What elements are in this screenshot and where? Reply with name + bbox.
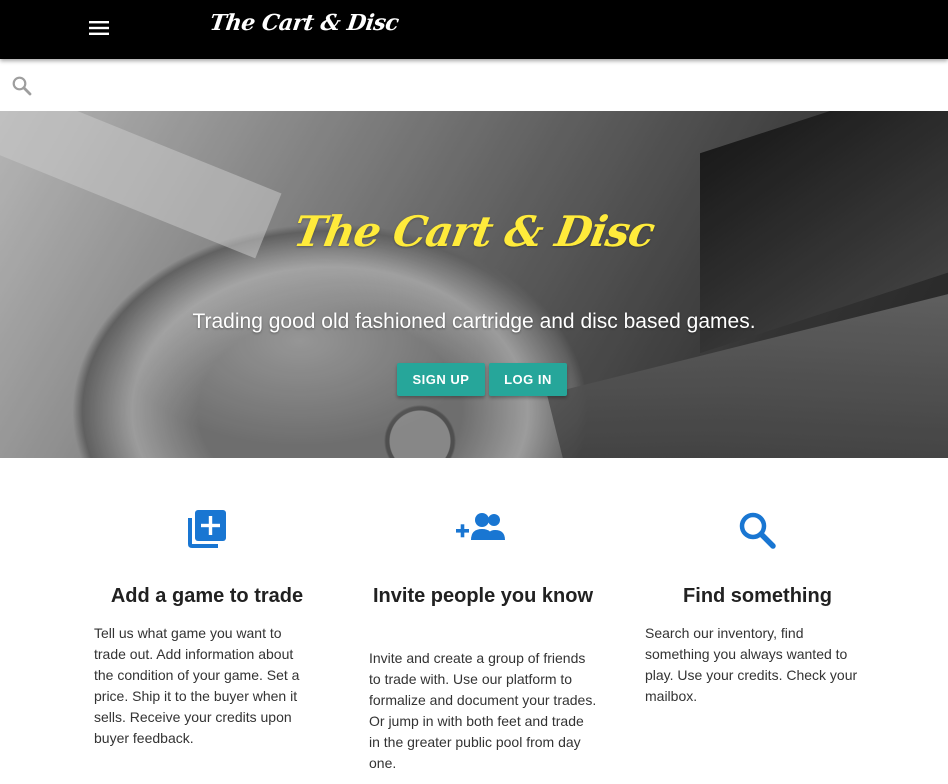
hero-banner: The Cart & Disc Trading good old fashion… bbox=[0, 111, 948, 458]
feature-description: Search our inventory, find something you… bbox=[645, 625, 858, 704]
brand-logo[interactable]: The Cart & Disc bbox=[208, 10, 400, 36]
search-icon bbox=[733, 506, 781, 554]
search-input[interactable] bbox=[40, 63, 930, 105]
hero-overlay bbox=[0, 111, 948, 458]
feature-title: Add a game to trade bbox=[110, 585, 304, 607]
menu-icon[interactable] bbox=[86, 15, 112, 41]
group-add-icon bbox=[455, 506, 505, 554]
top-nav-bar: The Cart & Disc bbox=[0, 0, 948, 59]
feature-description: Invite and create a group of friends to … bbox=[369, 650, 597, 771]
feature-title: Invite people you know bbox=[372, 585, 594, 607]
add-box-icon bbox=[182, 506, 230, 554]
hero-title: The Cart & Disc bbox=[290, 207, 658, 256]
search-icon[interactable] bbox=[10, 74, 34, 98]
log-in-button[interactable]: LOG IN bbox=[489, 363, 567, 396]
hero-tagline: Trading good old fashioned cartridge and… bbox=[192, 310, 756, 333]
sign-up-button[interactable]: SIGN UP bbox=[397, 363, 485, 396]
feature-title: Find something bbox=[683, 585, 832, 607]
feature-description: Tell us what game you want to trade out.… bbox=[94, 625, 300, 746]
